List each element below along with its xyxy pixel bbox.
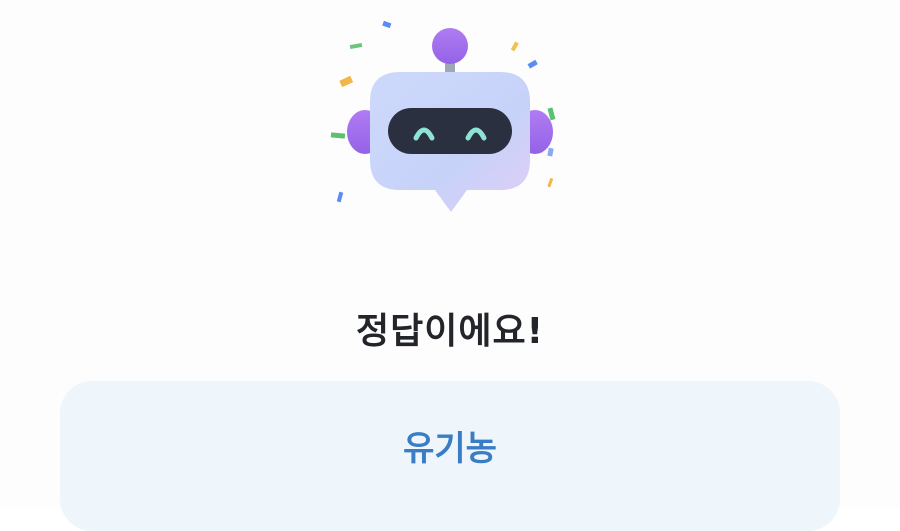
quiz-result-screen: 정답이에요! 유기농 <box>0 0 900 531</box>
antenna-ball <box>432 28 468 64</box>
result-title: 정답이에요! <box>355 311 545 352</box>
robot-visor <box>388 108 512 154</box>
robot-mascot-graphic <box>330 20 556 212</box>
answer-text: 유기농 <box>403 429 497 469</box>
robot-chat-mascot-icon <box>320 10 580 225</box>
